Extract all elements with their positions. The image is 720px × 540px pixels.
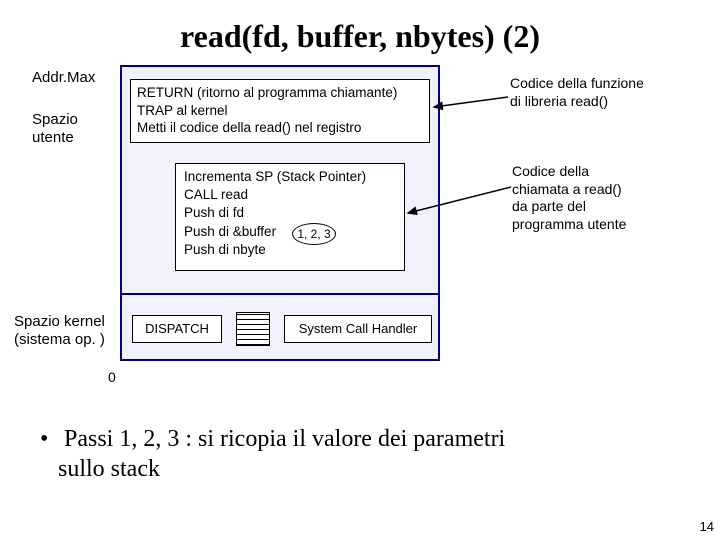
lookup-table-icon [236,312,270,346]
inc-line5: Push di nbyte [184,241,396,259]
annot2-line2: chiamata a read() [512,181,622,197]
annot2-line1: Codice della [512,163,589,179]
annotation-library-code: Codice della funzione di libreria read() [510,75,720,110]
return-box: RETURN (ritorno al programma chiamante) … [130,79,430,143]
annot2-line4: programma utente [512,216,626,232]
annot1-line1: Codice della funzione [510,75,644,91]
kernel-space-label-line1: Spazio kernel [14,313,105,330]
diagram-stage: Addr.Max Spazio utente Spazio kernel (si… [0,63,720,423]
inc-line2: CALL read [184,186,396,204]
slide-title: read(fd, buffer, nbytes) (2) [0,0,720,63]
zero-label: 0 [108,369,116,385]
kernel-space-label-line2: (sistema op. ) [14,331,105,348]
system-call-handler-box: System Call Handler [284,315,432,343]
increment-box: Incrementa SP (Stack Pointer) CALL read … [175,163,405,271]
kernel-space-label: Spazio kernel (sistema op. ) [14,313,105,349]
user-space-label-line2: utente [32,129,74,146]
annot2-line3: da parte del [512,198,586,214]
addr-max-label: Addr.Max [32,69,95,86]
bullet-line1: Passi 1, 2, 3 : si ricopia il valore dei… [64,426,505,452]
user-space-label-line1: Spazio [32,111,78,128]
annotation-user-call: Codice della chiamata a read() da parte … [512,163,712,233]
page-number: 14 [700,519,714,534]
dispatch-box: DISPATCH [132,315,222,343]
inc-line4: Push di &buffer [184,223,396,241]
bullet-marker-icon: • [40,424,58,454]
return-line3: Metti il codice della read() nel registr… [137,119,423,137]
inc-line1: Incrementa SP (Stack Pointer) [184,168,396,186]
return-line2: TRAP al kernel [137,102,423,120]
user-space-label: Spazio utente [32,111,78,147]
bullet-text: • Passi 1, 2, 3 : si ricopia il valore d… [40,424,680,484]
bullet-line2: sullo stack [40,456,160,482]
inc-line3: Push di fd [184,204,396,222]
annot1-line2: di libreria read() [510,93,608,109]
return-line1: RETURN (ritorno al programma chiamante) [137,84,423,102]
step-oval: 1, 2, 3 [292,223,336,245]
